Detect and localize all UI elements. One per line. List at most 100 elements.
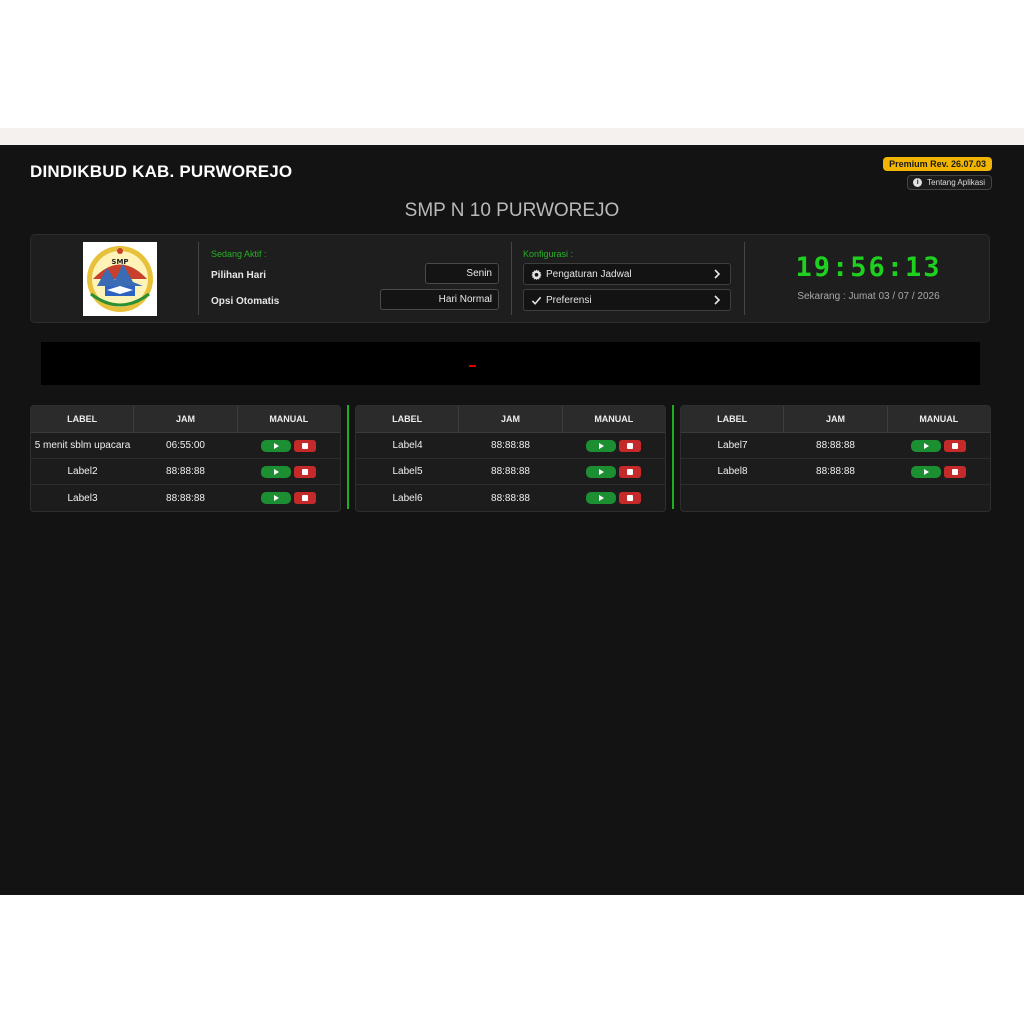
header-label: LABEL (31, 406, 135, 432)
schedule-settings-button[interactable]: Pengaturan Jadwal (523, 263, 731, 285)
table-row: 5 menit sblm upacara 06:55:00 (31, 433, 340, 459)
stop-icon (302, 468, 308, 475)
stop-icon (627, 442, 633, 449)
header-jam: JAM (459, 406, 563, 432)
play-button[interactable] (261, 465, 291, 478)
header-manual: MANUAL (269, 414, 309, 424)
table-header: LABEL JAM MANUAL (356, 406, 665, 433)
play-button[interactable] (911, 465, 941, 478)
auto-option-label: Opsi Otomatis (211, 296, 280, 307)
day-value-box[interactable]: Senin (425, 263, 499, 284)
play-button[interactable] (586, 492, 616, 504)
table-header: LABEL JAM MANUAL (31, 406, 340, 433)
play-button[interactable] (586, 439, 616, 452)
play-icon (598, 468, 604, 475)
row-manual-controls (562, 459, 665, 484)
config-section-title: Konfigurasi : (523, 249, 574, 259)
table-header: LABEL JAM MANUAL (681, 406, 990, 433)
play-button[interactable] (586, 465, 616, 478)
stop-button[interactable] (294, 439, 316, 452)
check-icon (531, 295, 542, 306)
play-icon (923, 468, 929, 475)
header-jam: JAM (784, 406, 888, 432)
row-label: Label4 (392, 440, 423, 451)
table-row: Label8 88:88:88 (681, 459, 990, 485)
premium-badge: Premium Rev. 26.07.03 (883, 157, 992, 171)
row-manual-controls (237, 433, 340, 458)
schedule-settings-label: Pengaturan Jadwal (546, 268, 632, 280)
top-strip (0, 128, 1024, 145)
info-icon: i (913, 178, 923, 187)
header-label: LABEL (356, 406, 460, 432)
org-title: DINDIKBUD KAB. PURWOREJO (30, 162, 293, 181)
about-button[interactable]: i Tentang Aplikasi (907, 175, 992, 190)
play-icon (273, 468, 279, 475)
day-label: Pilihan Hari (211, 270, 267, 281)
preferences-label: Preferensi (546, 294, 592, 306)
table-row: Label4 88:88:88 (356, 433, 665, 459)
running-text-banner (41, 342, 980, 385)
stop-button[interactable] (619, 439, 641, 452)
schedule-table-3: LABEL JAM MANUAL Label7 88:88:88 Label8 … (680, 405, 991, 512)
auto-option-value-box[interactable]: Hari Normal (380, 289, 499, 310)
header-manual: MANUAL (594, 414, 634, 424)
row-time: 06:55:00 (166, 440, 205, 451)
row-label: Label3 (67, 492, 98, 504)
school-emblem-icon: SMP (87, 246, 153, 312)
row-manual-controls (887, 459, 990, 484)
digital-clock: 19:56:13 (795, 252, 942, 283)
running-text-indicator (469, 365, 476, 367)
row-label: Label6 (392, 492, 423, 504)
table-separator (347, 405, 349, 509)
svg-text:SMP: SMP (111, 258, 128, 266)
row-manual-controls (562, 485, 665, 511)
play-icon (598, 495, 604, 501)
row-time: 88:88:88 (491, 466, 530, 477)
play-button[interactable] (911, 439, 941, 452)
row-manual-controls (887, 433, 990, 458)
stop-icon (952, 468, 958, 475)
play-icon (598, 442, 604, 449)
app-window: DINDIKBUD KAB. PURWOREJO Premium Rev. 26… (0, 145, 1024, 895)
row-label: Label7 (717, 440, 748, 451)
table-row: Label5 88:88:88 (356, 459, 665, 485)
stop-icon (302, 442, 308, 449)
header-jam: JAM (134, 406, 238, 432)
preferences-button[interactable]: Preferensi (523, 289, 731, 311)
row-time: 88:88:88 (166, 466, 205, 477)
stop-icon (627, 468, 633, 475)
stop-button[interactable] (619, 465, 641, 478)
table-separator (672, 405, 674, 509)
row-time: 88:88:88 (491, 492, 530, 504)
play-button[interactable] (261, 492, 291, 504)
table-row-empty (681, 485, 990, 511)
gear-icon (531, 268, 542, 280)
schedule-table-1: LABEL JAM MANUAL 5 menit sblm upacara 06… (30, 405, 341, 512)
chevron-right-icon (714, 295, 721, 305)
play-icon (273, 495, 279, 501)
row-manual-controls (237, 459, 340, 484)
stop-button[interactable] (944, 465, 966, 478)
header-manual: MANUAL (919, 414, 959, 424)
stop-button[interactable] (619, 492, 641, 504)
stop-button[interactable] (294, 492, 316, 504)
school-logo: SMP (83, 242, 157, 316)
table-row: Label2 88:88:88 (31, 459, 340, 485)
play-icon (923, 442, 929, 449)
about-label: Tentang Aplikasi (927, 178, 985, 187)
header-label: LABEL (681, 406, 785, 432)
stop-button[interactable] (944, 439, 966, 452)
table-row: Label7 88:88:88 (681, 433, 990, 459)
panel-divider (198, 242, 199, 315)
table-row: Label3 88:88:88 (31, 485, 340, 511)
row-time: 88:88:88 (816, 466, 855, 477)
stop-button[interactable] (294, 465, 316, 478)
stop-icon (302, 495, 308, 501)
play-button[interactable] (261, 439, 291, 452)
row-time: 88:88:88 (816, 440, 855, 451)
schedule-table-2: LABEL JAM MANUAL Label4 88:88:88 Label5 … (355, 405, 666, 512)
stop-icon (952, 442, 958, 449)
row-time: 88:88:88 (166, 492, 205, 504)
row-time: 88:88:88 (491, 440, 530, 451)
row-manual-controls (562, 433, 665, 458)
